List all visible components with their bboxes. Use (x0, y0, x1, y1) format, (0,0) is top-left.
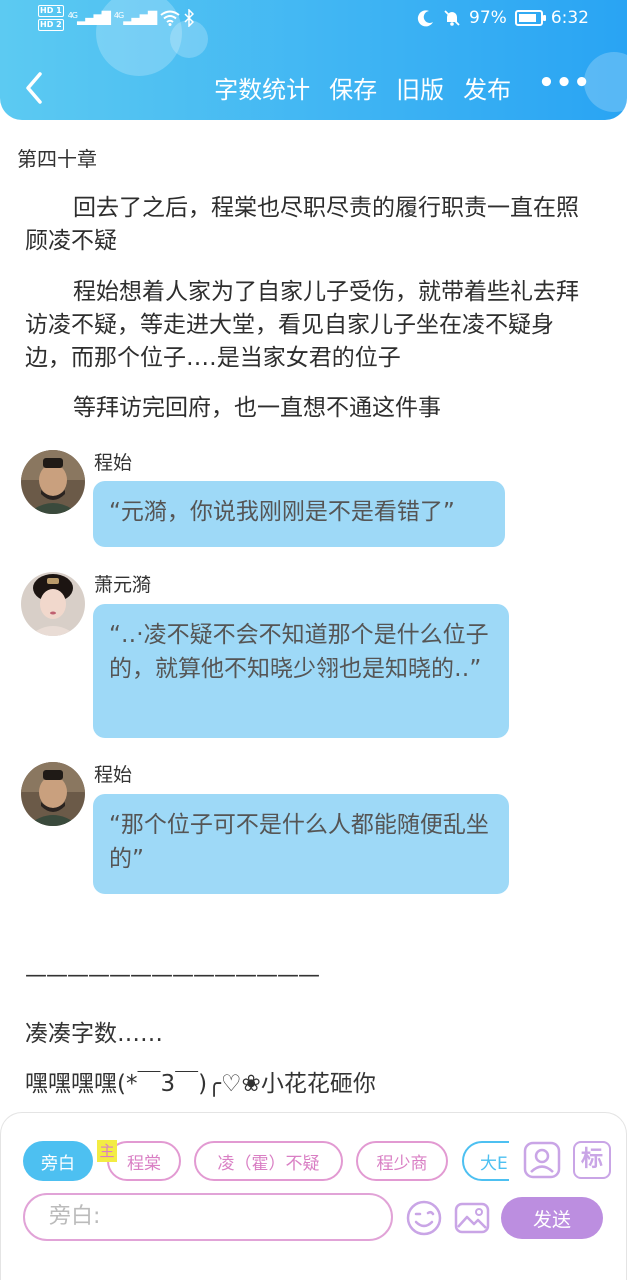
role-chip-partial[interactable]: 大E (462, 1141, 509, 1181)
speaker-name: 程始 (94, 764, 133, 786)
avatar[interactable] (21, 572, 85, 636)
role-chip-chengtang[interactable]: 程棠 (107, 1141, 181, 1181)
message-bubble[interactable]: “元漪，你说我刚刚是不是看错了” (93, 481, 505, 547)
back-arrow-icon[interactable] (18, 68, 52, 108)
character-profile-icon[interactable] (523, 1141, 561, 1179)
signal2-label: 4G (113, 11, 124, 20)
message-bubble[interactable]: “‥‧凌不疑不会不知道那个是什么位子的，就算他不知晓少翎也是知晓的‥” (93, 604, 509, 738)
message-bubble[interactable]: “那个位子可不是什么人都能随便乱坐的” (93, 794, 509, 894)
old-version-button[interactable]: 旧版 (396, 70, 444, 105)
signal1-label: 4G (67, 11, 78, 20)
filler-text[interactable]: 凑凑字数…… (25, 1014, 163, 1048)
paragraph[interactable]: 等拜访完回府，也一直想不通这件事 (25, 392, 595, 425)
more-button[interactable]: ••• (538, 70, 591, 105)
speaker-name: 萧元漪 (94, 574, 152, 596)
wifi-icon (160, 10, 180, 26)
signal-icon: 4G▂▄▆█ (113, 11, 157, 25)
publish-button[interactable]: 发布 (463, 70, 511, 105)
role-chip-chengshaoshang[interactable]: 程少商 (356, 1141, 448, 1181)
main-character-tag: 主 (97, 1140, 117, 1162)
status-bar: HD 1 HD 2 4G▂▄▆█ 4G▂▄▆█ 97% 6:32 (0, 0, 627, 40)
paragraph[interactable]: 回去了之后，程棠也尽职尽责的履行职责一直在照顾凌不疑 (25, 192, 595, 258)
bluetooth-icon (184, 9, 195, 27)
role-selector: 旁白 程棠 凌（霍）不疑 程少商 大E (23, 1141, 509, 1181)
speaker-name: 程始 (94, 452, 133, 474)
status-left: HD 1 HD 2 4G▂▄▆█ 4G▂▄▆█ (38, 5, 195, 31)
paragraph[interactable]: 程始想着人家为了自家儿子受伤，就带着些礼去拜访凌不疑，等走进大堂，看见自家儿子坐… (25, 276, 595, 375)
nav-actions: 字数统计 保存 旧版 发布 ••• (214, 70, 591, 105)
avatar[interactable] (21, 762, 85, 826)
clock-time: 6:32 (550, 8, 589, 28)
composer-panel: 旁白 程棠 凌（霍）不疑 程少商 大E 主 标 旁白: 发送 (0, 1112, 627, 1280)
status-right: 97% 6:32 (417, 8, 589, 28)
send-button[interactable]: 发送 (501, 1197, 603, 1239)
word-count-button[interactable]: 字数统计 (214, 70, 310, 105)
role-chip-narrator[interactable]: 旁白 (23, 1141, 93, 1181)
hd2-badge: HD 2 (38, 19, 64, 31)
hd1-badge: HD 1 (38, 5, 64, 17)
closing-text[interactable]: 嘿嘿嘿嘿(*￣3￣)╭♡❀小花花砸你 (25, 1064, 376, 1098)
battery-percent: 97% (469, 8, 507, 28)
message-input[interactable]: 旁白: (23, 1193, 393, 1241)
role-chip-lingbuyi[interactable]: 凌（霍）不疑 (194, 1141, 343, 1181)
nav-row: 字数统计 保存 旧版 发布 ••• (0, 68, 627, 108)
moon-icon (417, 10, 434, 27)
top-header: HD 1 HD 2 4G▂▄▆█ 4G▂▄▆█ 97% 6:32 字数统计 保存… (0, 0, 627, 120)
mute-bell-icon (444, 10, 460, 26)
emoji-icon[interactable] (405, 1199, 443, 1237)
avatar[interactable] (21, 450, 85, 514)
hd-badges: HD 1 HD 2 (38, 5, 64, 31)
mark-button[interactable]: 标 (573, 1141, 611, 1179)
battery-icon (514, 10, 546, 26)
image-icon[interactable] (453, 1199, 491, 1237)
save-button[interactable]: 保存 (329, 70, 377, 105)
signal-icon: 4G▂▄▆█ (67, 11, 111, 25)
chapter-title: 第四十章 (17, 147, 97, 171)
divider-line[interactable]: —————————————— (25, 963, 320, 988)
